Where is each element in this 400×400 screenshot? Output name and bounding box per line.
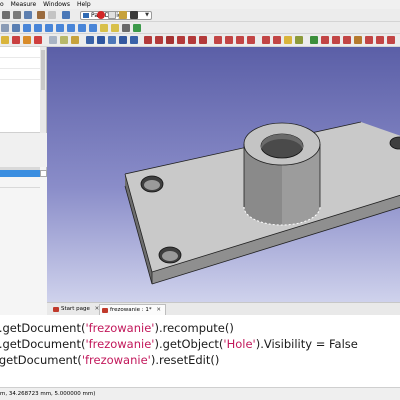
3d-model — [124, 121, 400, 285]
toggle-measure-icon[interactable] — [133, 24, 141, 32]
shaft-wizard-icon[interactable] — [376, 36, 384, 44]
chamfer-icon[interactable] — [273, 36, 281, 44]
toolbar-row-3 — [0, 34, 400, 47]
pad-icon[interactable] — [86, 36, 94, 44]
mirrored-icon[interactable] — [214, 36, 222, 44]
help-whats-this-icon[interactable] — [62, 11, 70, 19]
console-line-2: o.getDocument('frezowanie').getObject('H… — [0, 337, 358, 351]
loft-icon[interactable] — [108, 36, 116, 44]
view-front-icon[interactable] — [34, 24, 42, 32]
tree-scrollbar[interactable] — [40, 47, 46, 133]
linear-pattern-icon[interactable] — [225, 36, 233, 44]
toolbar-row-2 — [0, 22, 400, 34]
view-left-icon[interactable] — [89, 24, 97, 32]
hole-icon[interactable] — [155, 36, 163, 44]
console-line-3: i.getDocument('frezowanie').resetEdit() — [0, 353, 220, 367]
tab-start-page[interactable]: Start page ✕ — [51, 304, 104, 315]
macro-icon[interactable] — [2, 11, 10, 19]
task-panel-body — [0, 177, 47, 315]
subtractive-loft-icon[interactable] — [177, 36, 185, 44]
view-bottom-icon[interactable] — [78, 24, 86, 32]
selected-task-row[interactable] — [0, 170, 40, 177]
toolbar-row-1: Part Design ▼ — [0, 9, 400, 22]
pipe-icon[interactable] — [119, 36, 127, 44]
additive-primitive-icon[interactable] — [130, 36, 138, 44]
datum-line-icon[interactable] — [60, 36, 68, 44]
tab-start-page-label: Start page — [61, 306, 90, 312]
subtractive-pipe-icon[interactable] — [188, 36, 196, 44]
macro-edit-icon[interactable] — [24, 11, 32, 19]
view-rear-icon[interactable] — [67, 24, 75, 32]
measure-icon[interactable] — [100, 24, 108, 32]
view-right-icon[interactable] — [56, 24, 64, 32]
chevron-down-icon: ▼ — [145, 12, 149, 18]
model-tree[interactable] — [0, 47, 40, 133]
involute-gear-icon[interactable] — [365, 36, 373, 44]
thickness-icon[interactable] — [295, 36, 303, 44]
create-sketch-icon[interactable] — [12, 36, 20, 44]
revolution-icon[interactable] — [97, 36, 105, 44]
macro-run-icon[interactable] — [37, 11, 45, 19]
execute-macro-icon[interactable] — [130, 11, 138, 19]
boolean-icon[interactable] — [310, 36, 318, 44]
task-row-checkbox[interactable] — [40, 170, 47, 177]
python-console[interactable]: o.getDocument('frezowanie').recompute() … — [0, 315, 400, 387]
workbench-selector[interactable]: Part Design ▼ — [80, 11, 152, 20]
menu-bar: o Measure Windows Help — [0, 0, 400, 9]
freecad-icon — [102, 308, 108, 313]
map-sketch-icon[interactable] — [34, 36, 42, 44]
create-body-icon[interactable] — [1, 36, 9, 44]
view-top-icon[interactable] — [45, 24, 53, 32]
tab-document[interactable]: frezowanie : 1* ✕ — [99, 304, 166, 315]
draw-style-icon[interactable] — [12, 24, 20, 32]
clone-icon[interactable] — [343, 36, 351, 44]
pocket-icon[interactable] — [144, 36, 152, 44]
clear-measure-icon[interactable] — [122, 24, 130, 32]
combo-view-panel — [0, 47, 47, 315]
edit-macro-icon[interactable] — [119, 11, 127, 19]
part-design-icon — [83, 13, 89, 18]
view-iso-icon[interactable] — [23, 24, 31, 32]
more-tools-icon[interactable] — [387, 36, 395, 44]
subtractive-primitive-icon[interactable] — [199, 36, 207, 44]
stop-macro-icon[interactable] — [108, 11, 116, 19]
3d-view[interactable] — [47, 47, 400, 302]
sprocket-icon[interactable] — [354, 36, 362, 44]
measure-angle-icon[interactable] — [111, 24, 119, 32]
record-macro-icon[interactable] — [97, 11, 105, 19]
fillet-icon[interactable] — [262, 36, 270, 44]
multi-transform-icon[interactable] — [247, 36, 255, 44]
menu-item-measure[interactable]: Measure — [11, 1, 37, 8]
console-line-1: o.getDocument('frezowanie').recompute() — [0, 321, 234, 335]
panel-splitter[interactable] — [0, 133, 47, 167]
debug-icon[interactable] — [48, 11, 56, 19]
status-coordinates: m, 34.268723 mm, 5.000000 mm) — [0, 391, 96, 397]
freecad-icon — [53, 307, 59, 312]
migrate-icon[interactable] — [321, 36, 329, 44]
validate-sketch-icon[interactable] — [23, 36, 31, 44]
groove-icon[interactable] — [166, 36, 174, 44]
menu-item-partial[interactable]: o — [0, 1, 4, 8]
tab-document-label: frezowanie : 1* — [110, 307, 152, 313]
datum-plane-icon[interactable] — [71, 36, 79, 44]
status-bar: m, 34.268723 mm, 5.000000 mm) — [0, 387, 400, 400]
close-icon[interactable]: ✕ — [156, 307, 161, 313]
polar-pattern-icon[interactable] — [236, 36, 244, 44]
draft-icon[interactable] — [284, 36, 292, 44]
menu-item-help[interactable]: Help — [77, 1, 91, 8]
document-tab-bar: Start page ✕ frezowanie : 1* ✕ — [47, 302, 400, 315]
fit-all-icon[interactable] — [1, 24, 9, 32]
datum-point-icon[interactable] — [49, 36, 57, 44]
shape-binder-icon[interactable] — [332, 36, 340, 44]
macro-record-icon[interactable] — [13, 11, 21, 19]
menu-item-windows[interactable]: Windows — [43, 1, 70, 8]
